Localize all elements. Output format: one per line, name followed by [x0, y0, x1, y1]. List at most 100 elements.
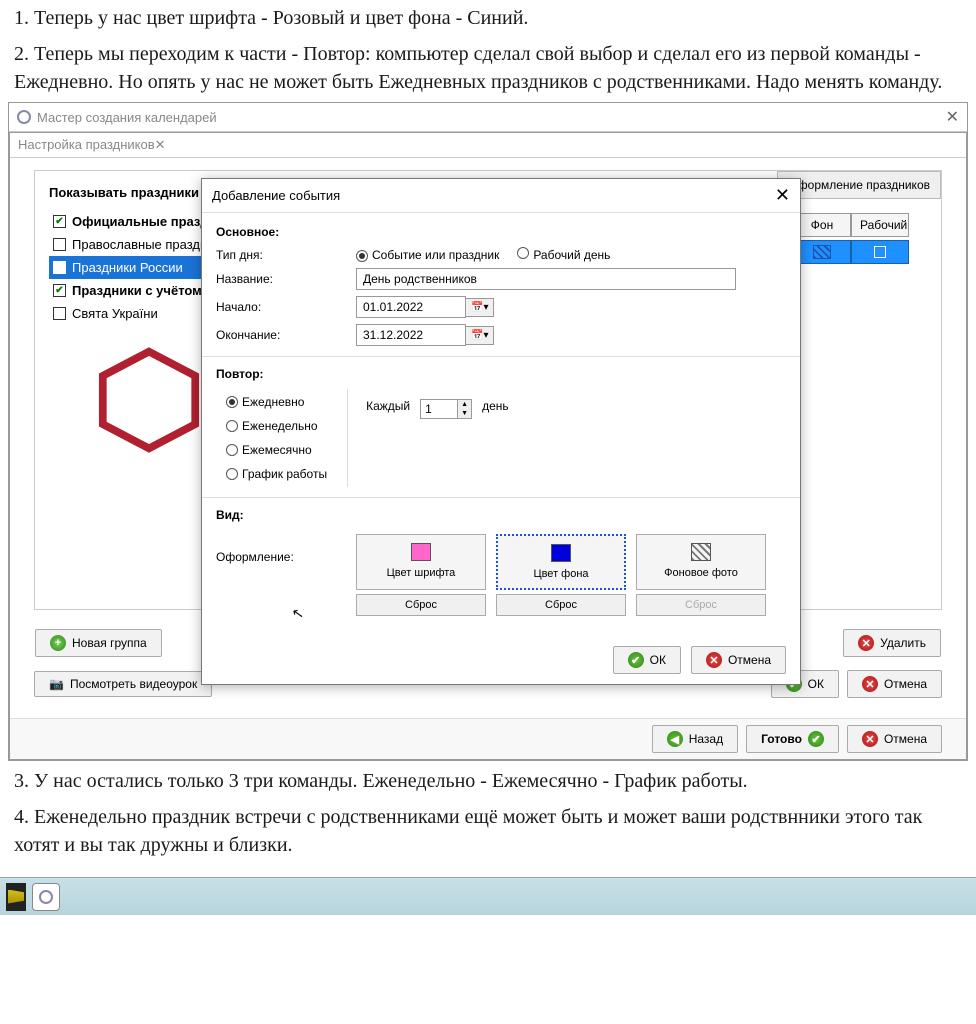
close-icon[interactable]: ✕ — [775, 185, 790, 206]
wizard-footer: ◀ Назад Готово ✔ ✕ Отмена — [10, 718, 966, 759]
hexagon-icon — [94, 345, 204, 455]
doc-paragraph-4: 4. Еженедельно праздник встречи с родств… — [0, 799, 976, 863]
checkbox-icon[interactable]: ✔ — [53, 215, 66, 228]
main-section-label: Основное: — [216, 225, 786, 239]
spinner-up-icon[interactable]: ▲ — [457, 400, 471, 409]
day-type-label: Тип дня: — [216, 248, 356, 262]
radio-icon — [356, 250, 368, 262]
every-spinner[interactable]: ▲▼ — [420, 399, 472, 419]
checkbox-icon[interactable]: ✔ — [53, 307, 66, 320]
radio-weekly[interactable]: Еженедельно — [226, 419, 327, 433]
end-label: Окончание: — [216, 328, 356, 342]
settings-title: Настройка праздников — [18, 137, 155, 153]
view-section-label: Вид: — [216, 508, 786, 522]
calendar-dropdown-icon[interactable]: 📅▾ — [466, 326, 494, 345]
grid-cell-work[interactable] — [851, 240, 909, 264]
name-label: Название: — [216, 272, 356, 286]
radio-label: Еженедельно — [242, 419, 318, 433]
radio-label: Ежедневно — [242, 395, 304, 409]
start-date-input[interactable] — [356, 296, 466, 318]
checkbox-icon[interactable]: ✔ — [53, 261, 66, 274]
font-color-swatch — [411, 543, 431, 561]
check-icon: ✔ — [628, 652, 644, 668]
radio-label: Событие или праздник — [372, 248, 499, 262]
back-button[interactable]: ◀ Назад — [652, 725, 738, 753]
checkbox-icon[interactable]: ✔ — [53, 284, 66, 297]
modal-ok-button[interactable]: ✔ ОК — [613, 646, 681, 674]
grid-cell-bg[interactable] — [793, 240, 851, 264]
design-tab-button[interactable]: Оформление праздников — [777, 171, 941, 199]
checkbox-icon[interactable]: ✔ — [53, 238, 66, 251]
button-label: Отмена — [728, 653, 771, 667]
doc-paragraph-3: 3. У нас остались только 3 три команды. … — [0, 763, 976, 799]
delete-button[interactable]: ✕ Удалить — [843, 629, 941, 657]
end-date-input[interactable] — [356, 324, 466, 346]
settings-window: Настройка праздников ✕ Показывать праздн… — [9, 132, 967, 760]
font-color-label: Цвет шрифта — [387, 567, 456, 579]
cancel-button[interactable]: ✕ Отмена — [847, 725, 942, 753]
radio-label: График работы — [242, 467, 327, 481]
radio-icon — [226, 468, 238, 480]
button-label: Посмотреть видеоурок — [70, 677, 197, 691]
spinner-down-icon[interactable]: ▼ — [457, 409, 471, 418]
radio-schedule[interactable]: График работы — [226, 467, 327, 481]
close-icon[interactable]: ✕ — [155, 137, 166, 153]
button-label: Назад — [689, 732, 723, 746]
watch-video-button[interactable]: 📷 Посмотреть видеоурок — [34, 671, 212, 697]
camera-icon: 📷 — [49, 677, 64, 691]
x-icon: ✕ — [862, 731, 878, 747]
bg-photo-box[interactable]: Фоновое фото — [636, 534, 766, 590]
day-label: день — [482, 399, 509, 413]
main-window-title: Мастер создания календарей — [37, 110, 217, 125]
modal-title: Добавление события — [212, 188, 340, 203]
reset-bg-button[interactable]: Сброс — [496, 594, 626, 616]
category-label: Праздники с учётом — [72, 283, 202, 298]
taskbar-app-icon[interactable] — [32, 883, 60, 911]
button-label: Отмена — [884, 677, 927, 691]
hatch-icon — [813, 245, 831, 259]
start-label: Начало: — [216, 300, 356, 314]
col-header-3: Рабочий — [851, 213, 909, 237]
doc-paragraph-1: 1. Теперь у нас цвет шрифта - Розовый и … — [0, 0, 976, 36]
bg-color-box[interactable]: Цвет фона — [496, 534, 626, 590]
radio-workday[interactable]: Рабочий день — [517, 247, 610, 262]
radio-label: Ежемесячно — [242, 443, 312, 457]
bg-photo-swatch — [691, 543, 711, 561]
reset-font-button[interactable]: Сброс — [356, 594, 486, 616]
radio-icon — [226, 396, 238, 408]
new-group-button[interactable]: + Новая группа — [35, 629, 162, 657]
reset-photo-button[interactable]: Сброс — [636, 594, 766, 616]
name-input[interactable] — [356, 268, 736, 290]
calendar-dropdown-icon[interactable]: 📅▾ — [466, 298, 494, 317]
close-icon[interactable]: ✕ — [946, 107, 959, 127]
x-icon: ✕ — [858, 635, 874, 651]
taskbar[interactable] — [0, 877, 976, 915]
every-label: Каждый — [366, 399, 410, 413]
font-color-box[interactable]: Цвет шрифта — [356, 534, 486, 590]
radio-label: Рабочий день — [533, 248, 610, 262]
arrow-left-icon: ◀ — [667, 731, 683, 747]
radio-daily[interactable]: Ежедневно — [226, 395, 327, 409]
taskbar-flag-icon[interactable] — [6, 883, 26, 911]
radio-monthly[interactable]: Ежемесячно — [226, 443, 327, 457]
bg-color-swatch — [551, 544, 571, 562]
radio-icon — [226, 420, 238, 432]
cancel-button[interactable]: ✕ Отмена — [847, 670, 942, 698]
bg-photo-label: Фоновое фото — [664, 567, 738, 579]
square-icon — [874, 246, 886, 258]
button-label: Отмена — [884, 732, 927, 746]
x-icon: ✕ — [706, 652, 722, 668]
doc-paragraph-2: 2. Теперь мы переходим к части - Повтор:… — [0, 36, 976, 100]
button-label: ОК — [808, 677, 824, 691]
main-window: Мастер создания календарей ✕ Настройка п… — [8, 102, 968, 761]
category-label: Праздники России — [72, 260, 183, 275]
modal-titlebar: Добавление события ✕ — [202, 179, 800, 213]
done-button[interactable]: Готово ✔ — [746, 725, 839, 753]
radio-event[interactable]: Событие или праздник — [356, 248, 499, 262]
col-header-2: Фон — [793, 213, 851, 237]
every-input[interactable] — [421, 400, 457, 418]
modal-cancel-button[interactable]: ✕ Отмена — [691, 646, 786, 674]
radio-icon — [226, 444, 238, 456]
button-label: ОК — [650, 653, 666, 667]
add-event-modal: Добавление события ✕ Основное: Тип дня: … — [201, 178, 801, 685]
